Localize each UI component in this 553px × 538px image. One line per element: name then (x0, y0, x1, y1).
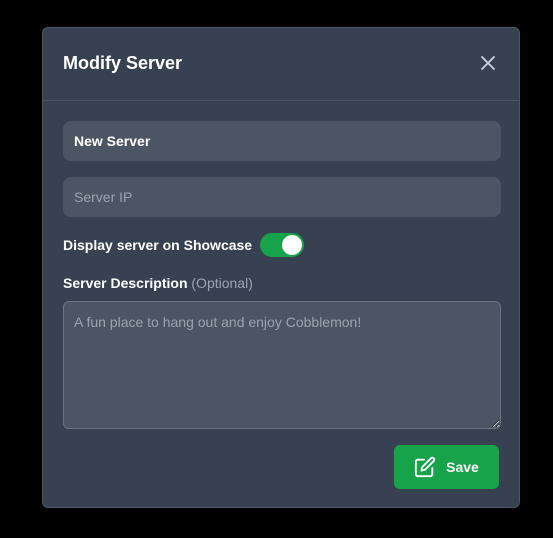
toggle-knob (282, 235, 303, 255)
showcase-toggle-row: Display server on Showcase (63, 232, 305, 258)
description-label: Server Description (Optional) (63, 275, 253, 291)
showcase-toggle[interactable] (260, 233, 305, 257)
server-ip-input[interactable] (63, 177, 501, 217)
showcase-toggle-label: Display server on Showcase (63, 237, 253, 253)
description-label-text: Server Description (63, 275, 188, 291)
modal-header: Modify Server (43, 28, 519, 101)
optional-label: (Optional) (191, 275, 253, 291)
close-icon (481, 56, 495, 70)
close-button[interactable] (479, 54, 497, 72)
description-textarea[interactable] (63, 301, 501, 429)
edit-icon (415, 456, 436, 478)
save-button[interactable]: Save (394, 445, 499, 489)
modal-title: Modify Server (63, 53, 183, 73)
server-name-input[interactable] (63, 121, 501, 161)
save-button-label: Save (446, 459, 479, 475)
modify-server-modal: Modify Server Display server on Showcase… (42, 27, 520, 508)
